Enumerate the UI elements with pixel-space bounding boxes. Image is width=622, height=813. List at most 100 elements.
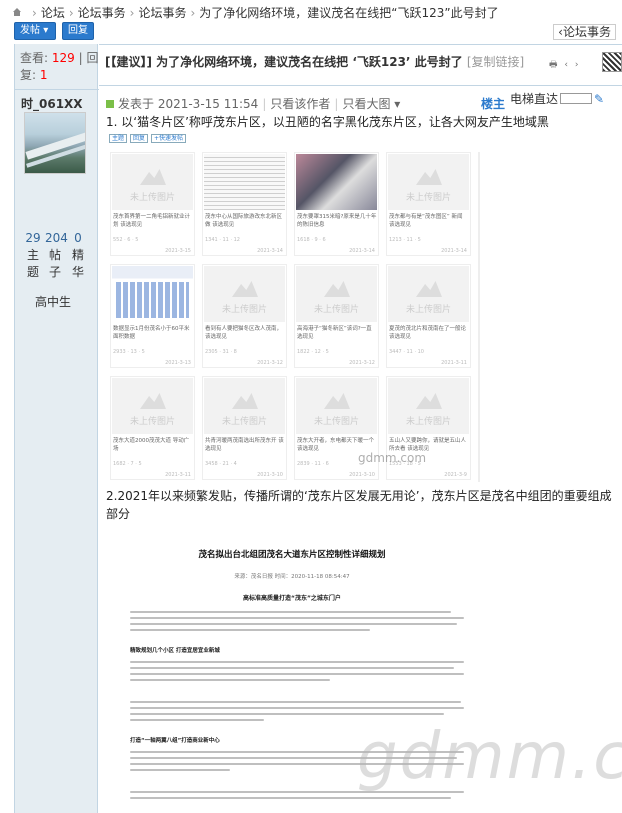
placeholder-text: 未上传图片 <box>129 193 175 203</box>
post-thumbnail: 未上传图片 <box>296 378 377 434</box>
posts-count: 204 <box>45 231 68 245</box>
digest-label: 精华 <box>72 248 85 279</box>
only-author-link[interactable]: 只看该作者 <box>270 97 330 111</box>
dropdown-arrow-icon: ▾ <box>43 25 49 36</box>
post-card-date: 2021-3-12 <box>257 360 283 366</box>
post-card[interactable]: 未上传图片 茂东大道2000茂茂大道 导动广场 1682 · 7 · 5 2021-3… <box>110 376 195 480</box>
online-status-icon <box>106 100 114 108</box>
digest-stat[interactable]: 0 精华 <box>68 230 88 281</box>
go-icon[interactable]: ✎ <box>594 92 604 106</box>
post-card-caption: 茂东都与有是“茂东图区” 新闻 该选现见 <box>389 214 463 228</box>
breadcrumb: › 论坛 › 论坛事务 › 论坛事务 › 为了净化网络环境，建议茂名在线把“飞跃123”此号封… <box>0 0 622 20</box>
author-name[interactable]: 时_061XX <box>21 95 83 112</box>
post-thumbnail <box>204 154 285 210</box>
article-section-heading: 精致规划几个小区 打造宜居宜业新城 <box>130 648 220 654</box>
post-card-date: 2021-3-12 <box>349 360 375 366</box>
post-card-caption: 高海港子“猫冬新区”该词?一直选现见 <box>297 326 372 340</box>
print-prev-next-icons[interactable]: 🖶 ‹ › <box>549 57 580 73</box>
post-card[interactable]: 未上传图片共青河暖两茂南选出所茂东开 该选现见 3458 · 21 · 4 2021… <box>202 376 287 480</box>
post-card[interactable]: 未上传图片高海港子“猫冬新区”该词?一直选现见 1822 · 12 · 5 2021… <box>294 264 379 368</box>
article-title: 茂名拟出台北组团茂名大道东片区控制性详细规划 <box>198 550 386 560</box>
posts-label: 帖子 <box>49 248 62 279</box>
breadcrumb-forum[interactable]: 论坛 <box>41 6 65 20</box>
thread-title-bar: [【建议】] 为了净化网络环境，建议茂名在线把 ‘飞跃123’ 此号封了 [复制… <box>99 44 622 86</box>
image-placeholder-icon <box>140 393 166 409</box>
post-card-date: 2021-3-14 <box>349 248 375 254</box>
thread-title: [【建议】] 为了净化网络环境，建议茂名在线把 ‘飞跃123’ 此号封了 [复制… <box>105 53 545 70</box>
breadcrumb-current[interactable]: 为了净化网络环境，建议茂名在线把“飞跃123”此号封了 <box>199 6 498 20</box>
post-thumbnail <box>112 266 193 322</box>
post-card-meta: 1822 · 12 · 5 <box>297 349 329 355</box>
elevator-input[interactable] <box>560 93 593 104</box>
breadcrumb-separator: › <box>190 6 196 20</box>
user-rank: 高中生 <box>35 295 72 309</box>
post-thumbnail: 未上传图片 <box>112 378 193 434</box>
embedded-screenshot[interactable]: 主题 回复 +快速发帖 未上传图片 茂东首界第一二角毛铝新就业计划 该选现见 552 ·… <box>109 133 483 480</box>
image-placeholder-icon <box>140 169 166 185</box>
image-placeholder-icon <box>416 281 442 297</box>
breadcrumb-separator: › <box>68 6 74 20</box>
placeholder-text: 未上传图片 <box>221 417 267 427</box>
breadcrumb-separator: › <box>32 6 37 20</box>
reply-button[interactable]: 回复 <box>62 22 94 40</box>
placeholder-text: 未上传图片 <box>313 305 359 315</box>
article-section-heading: 打造“一轴两翼八组”打造商业新中心 <box>130 738 220 744</box>
divider <box>478 152 480 482</box>
post-card-date: 2021-3-15 <box>165 248 191 254</box>
new-post-button[interactable]: 发帖 ▾ <box>14 22 56 40</box>
post-card[interactable]: 未上传图片 看到有人要把猫冬区改人茂南，该选现见 2305 · 31 · 8 2021… <box>202 264 287 368</box>
thread-stats: 查看: 129 | 回复: 1 <box>15 44 99 87</box>
threads-stat[interactable]: 29 主题 <box>23 230 43 281</box>
post-card-date: 2021-3-11 <box>441 360 467 366</box>
post-thumbnail: 未上传图片 <box>112 154 193 210</box>
views-label: 查看: <box>20 51 49 65</box>
post-paragraph-2: 2.2021年以来频繁发贴，传播所谓的‘茂东片区发展无用论’，茂东片区是茂名中组… <box>106 489 612 521</box>
placeholder-text: 未上传图片 <box>405 305 451 315</box>
post-card-meta: 1213 · 11 · 5 <box>389 237 421 243</box>
post-card-caption: 茂东首界第一二角毛铝新就业计划 该选现见 <box>113 214 191 228</box>
watermark: gdmm.com <box>357 720 622 794</box>
copy-link-button[interactable]: [复制链接] <box>467 55 524 69</box>
post-paragraph-1: 1. 以‘猫冬片区’称呼茂东片区，以丑陋的名字黑化茂东片区，让各大网友产生地域黑 <box>106 115 549 129</box>
post-card-caption: 茂东大道2000茂茂大道 导动广场 <box>113 438 190 452</box>
post-card-date: 2021-3-11 <box>165 472 191 478</box>
post-card-caption: 夏茂的茂北片和茂南在了一般论 该选现见 <box>389 326 467 340</box>
posts-stat[interactable]: 204 帖子 <box>45 230 68 281</box>
post-card-meta: 1618 · 9 · 6 <box>297 237 326 243</box>
post-card-caption: 看到有人要把猫冬区改人茂南，该选现见 <box>205 326 283 340</box>
breadcrumb-separator: › <box>129 6 135 20</box>
screenshot-tab: 主题 <box>109 134 128 143</box>
post-thumbnail: 未上传图片 <box>388 266 469 322</box>
post-card[interactable]: 数据显示1月份茂名小于60平米面积数据 2933 · 13 · 5 2021-3-1… <box>110 264 195 368</box>
post-card[interactable]: 未上传图片茂东都与有是“茂东图区” 新闻 该选现见 1213 · 11 · 5 20… <box>386 152 471 256</box>
article-text-block <box>130 607 464 635</box>
post-card[interactable]: 未上传图片茂东首界第一二角毛铝新就业计划 该选现见 552 · 6 · 5 2021… <box>110 152 195 256</box>
forum-tag-label: 论坛事务 <box>562 25 611 39</box>
image-placeholder-icon <box>416 169 442 185</box>
screenshot-tab: +快速发帖 <box>151 134 187 143</box>
placeholder-text: 未上传图片 <box>405 193 451 203</box>
screenshot-tab: 回复 <box>130 134 149 143</box>
image-placeholder-icon <box>324 393 350 409</box>
screenshot-tabs: 主题 回复 +快速发帖 <box>109 133 189 143</box>
post-card-date: 2021-3-14 <box>441 248 467 254</box>
avatar[interactable] <box>24 112 86 174</box>
post-card-meta: 552 · 6 · 5 <box>113 237 139 243</box>
post-card-caption: 共青河暖两茂南选出所茂东开 该选现见 <box>205 438 284 452</box>
forum-tag[interactable]: ‹论坛事务 <box>553 24 616 40</box>
home-icon[interactable] <box>12 7 22 17</box>
post-card-date: 2021-3-10 <box>257 472 283 478</box>
post-card[interactable]: 未上传图片 夏茂的茂北片和茂南在了一般论 该选现见 3447 · 11 · 10 20… <box>386 264 471 368</box>
meta-separator: | <box>334 97 339 111</box>
post-card-meta: 3458 · 21 · 4 <box>205 461 237 467</box>
article-heading: 高标准高质量打造“茂东”之城东门户 <box>243 595 341 602</box>
breadcrumb-subforum[interactable]: 论坛事务 <box>138 6 186 20</box>
qrcode-icon[interactable] <box>602 52 622 72</box>
post-card-date: 2021-3-13 <box>165 360 191 366</box>
post-card[interactable]: 茂东要罩315米暗?原来是几十年的陈旧信息 1618 · 9 · 6 2021-3-… <box>294 152 379 256</box>
post-date: 发表于 2021-3-15 11:54 <box>118 97 259 111</box>
breadcrumb-section[interactable]: 论坛事务 <box>78 6 126 20</box>
digest-count: 0 <box>74 231 82 245</box>
only-big-image-link[interactable]: 只看大图 <box>342 97 390 111</box>
post-card[interactable]: 茂东中心从国际旅游改东北新区做 该选现见 1341 · 11 · 12 2021-3… <box>202 152 287 256</box>
